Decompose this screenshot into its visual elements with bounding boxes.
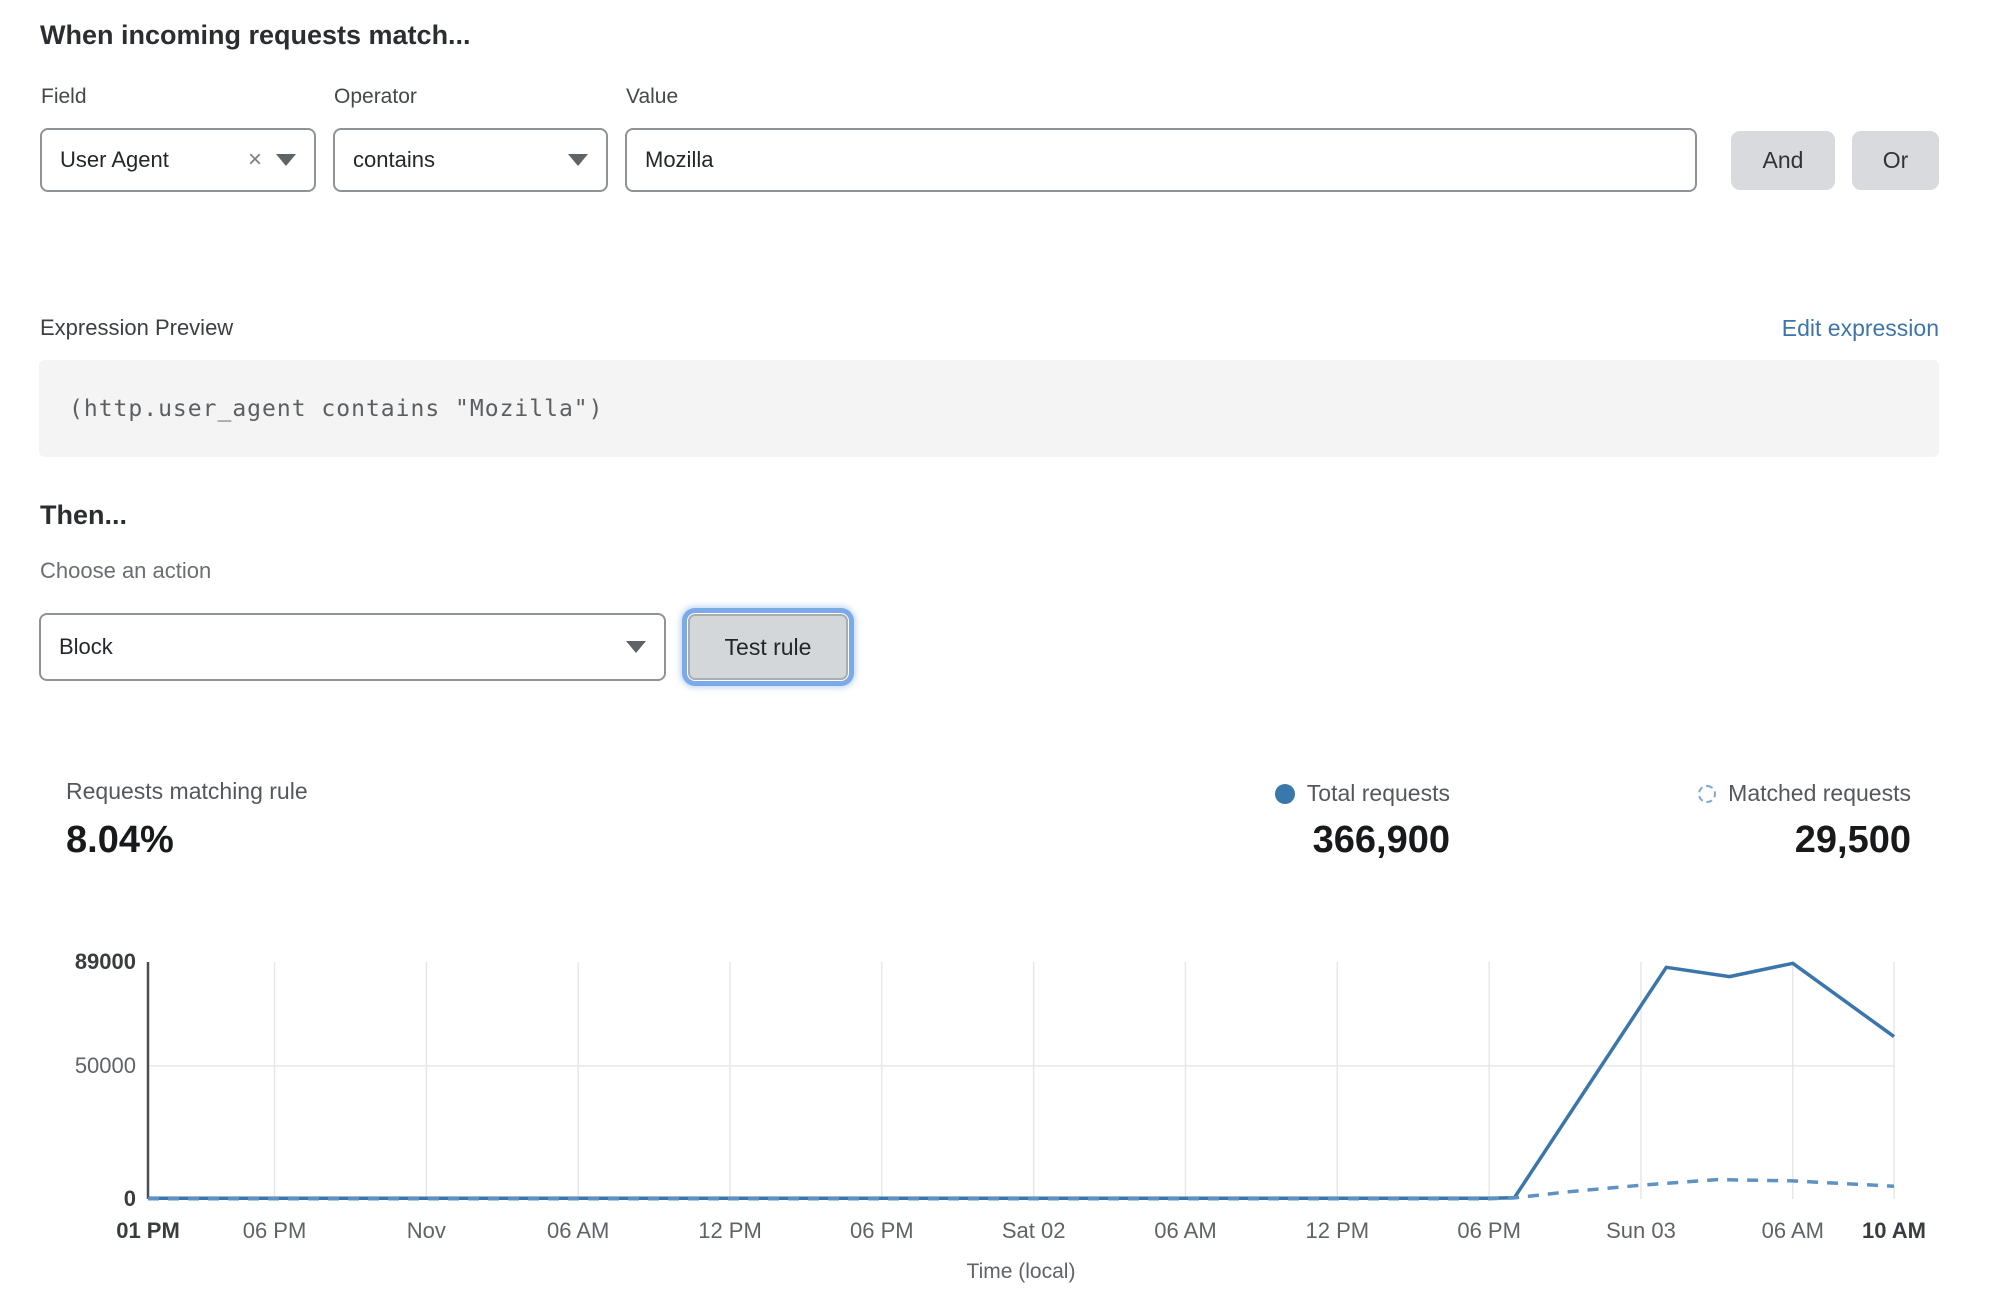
expression-code-box: (http.user_agent contains "Mozilla")	[39, 360, 1939, 457]
matched-requests-line	[148, 1180, 1894, 1199]
matched-requests-label: Matched requests	[1728, 780, 1911, 807]
x-tick-label: 06 PM	[243, 1218, 307, 1243]
operator-select-value: contains	[353, 147, 554, 173]
total-requests-label: Total requests	[1307, 780, 1450, 807]
x-tick-label: 01 PM	[116, 1218, 180, 1243]
chevron-down-icon	[276, 154, 296, 166]
field-select[interactable]: User Agent ×	[40, 128, 316, 192]
choose-action-label: Choose an action	[40, 558, 211, 584]
edit-expression-link[interactable]: Edit expression	[1782, 315, 1939, 342]
action-select[interactable]: Block	[39, 613, 666, 681]
x-tick-label: Sat 02	[1002, 1218, 1066, 1243]
expression-preview-label: Expression Preview	[40, 315, 233, 341]
x-tick-label: 06 PM	[850, 1218, 914, 1243]
clear-field-icon[interactable]: ×	[248, 148, 262, 172]
expression-code: (http.user_agent contains "Mozilla")	[69, 396, 604, 422]
matched-requests-value: 29,500	[1655, 819, 1911, 862]
x-tick-label: Sun 03	[1606, 1218, 1676, 1243]
operator-label: Operator	[334, 85, 417, 109]
field-select-value: User Agent	[60, 147, 236, 173]
x-tick-label: 06 AM	[547, 1218, 609, 1243]
chevron-down-icon	[626, 641, 646, 653]
x-tick-label: 12 PM	[1306, 1218, 1370, 1243]
x-tick-label: 10 AM	[1862, 1218, 1926, 1243]
y-tick-label: 50000	[75, 1053, 136, 1078]
total-requests-value: 366,900	[1248, 819, 1450, 862]
chevron-down-icon	[568, 154, 588, 166]
x-tick-label: 12 PM	[698, 1218, 762, 1243]
operator-select[interactable]: contains	[333, 128, 608, 192]
then-heading: Then...	[40, 500, 127, 531]
total-requests-line	[148, 963, 1894, 1198]
requests-matching-label: Requests matching rule	[66, 778, 308, 805]
matched-requests-dashed-circle-icon	[1698, 785, 1716, 803]
value-label: Value	[626, 85, 678, 109]
or-button[interactable]: Or	[1852, 131, 1939, 190]
and-button[interactable]: And	[1731, 131, 1835, 190]
test-rule-button[interactable]: Test rule	[688, 614, 848, 680]
x-tick-label: 06 AM	[1762, 1218, 1824, 1243]
action-select-value: Block	[59, 634, 612, 660]
requests-line-chart: 0 50000 89000 01 PM 06 PM Nov 06 AM 12 PM 06 PM S…	[0, 935, 1999, 1295]
x-tick-label: 06 PM	[1457, 1218, 1521, 1243]
x-tick-label: Nov	[407, 1218, 446, 1243]
y-tick-label: 89000	[75, 949, 136, 974]
field-label: Field	[41, 85, 87, 109]
value-input[interactable]	[625, 128, 1697, 192]
x-axis-title: Time (local)	[967, 1260, 1076, 1283]
y-tick-label: 0	[124, 1186, 136, 1211]
total-requests-dot-icon	[1275, 784, 1295, 804]
page-title: When incoming requests match...	[40, 20, 471, 51]
requests-matching-value: 8.04%	[66, 819, 308, 862]
x-tick-label: 06 AM	[1154, 1218, 1216, 1243]
